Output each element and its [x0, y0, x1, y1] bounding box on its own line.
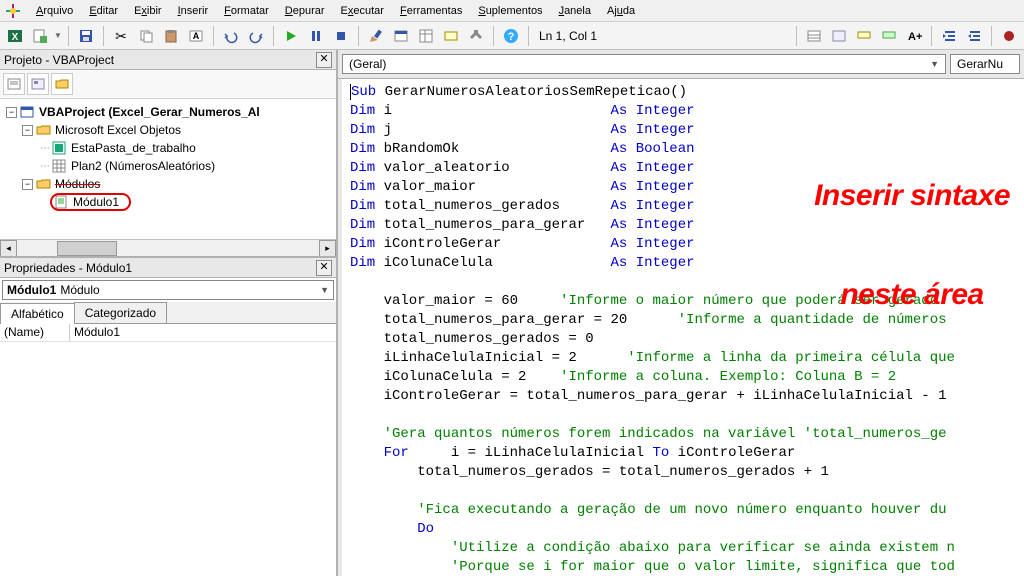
copy-icon[interactable] [135, 25, 157, 47]
svg-text:✂: ✂ [115, 28, 127, 44]
properties-panel-title: Propriedades - Módulo1 [4, 261, 132, 275]
workbook-icon [52, 141, 68, 155]
tree-item-workbook[interactable]: ⋯ EstaPasta_de_trabalho [2, 139, 334, 157]
menu-arquivo[interactable]: Arquivo [28, 3, 81, 19]
cut-icon[interactable]: ✂ [110, 25, 132, 47]
tab-alphabetic[interactable]: Alfabético [0, 303, 75, 324]
project-explorer-icon[interactable] [390, 25, 412, 47]
tree-item-sheet[interactable]: ⋯ Plan2 (NúmerosAleatórios) [2, 157, 334, 175]
menu-formatar[interactable]: Formatar [216, 3, 277, 19]
pause-icon[interactable] [305, 25, 327, 47]
toolbar: X ▼ ✂ A ? Ln 1, Col 1 A+ [0, 22, 1024, 50]
tab-categorized[interactable]: Categorizado [74, 302, 167, 323]
outdent-icon[interactable] [963, 25, 985, 47]
menubar: Arquivo Editar Exibir Inserir Formatar D… [0, 0, 1024, 22]
save-icon[interactable] [75, 25, 97, 47]
scroll-thumb[interactable] [57, 241, 117, 256]
insert-module-icon[interactable] [29, 25, 51, 47]
complete-word-icon[interactable]: A+ [903, 25, 925, 47]
property-value[interactable]: Módulo1 [70, 324, 336, 341]
close-icon[interactable]: ✕ [316, 52, 332, 68]
collapse-icon[interactable]: − [22, 125, 33, 136]
stop-icon[interactable] [330, 25, 352, 47]
tree-folder-excel-objects[interactable]: − Microsoft Excel Objetos [2, 121, 334, 139]
redo-icon[interactable] [245, 25, 267, 47]
project-panel-toolbar [0, 70, 336, 99]
object-browser-icon[interactable] [440, 25, 462, 47]
object-combo[interactable]: (Geral) ▼ [342, 54, 946, 74]
svg-text:?: ? [508, 31, 515, 43]
undo-icon[interactable] [220, 25, 242, 47]
worksheet-icon [52, 159, 68, 173]
menu-editar[interactable]: Editar [81, 3, 126, 19]
menu-ferramentas[interactable]: Ferramentas [392, 3, 470, 19]
properties-object-combo[interactable]: Módulo1 Módulo ▼ [2, 280, 334, 300]
tree-root[interactable]: − VBAProject (Excel_Gerar_Numeros_Al [2, 103, 334, 121]
property-name: (Name) [0, 324, 70, 341]
find-icon[interactable]: A [185, 25, 207, 47]
annotation-overlay: Inserir sintaxe neste área [814, 113, 1010, 377]
properties-panel: Propriedades - Módulo1 ✕ Módulo1 Módulo … [0, 256, 336, 576]
properties-grid[interactable]: (Name) Módulo1 [0, 324, 336, 576]
project-panel-header: Projeto - VBAProject ✕ [0, 50, 336, 70]
svg-text:X: X [12, 32, 19, 43]
close-icon[interactable]: ✕ [316, 260, 332, 276]
menu-janela[interactable]: Janela [551, 3, 599, 19]
properties-icon[interactable] [415, 25, 437, 47]
list-properties-icon[interactable] [803, 25, 825, 47]
folder-open-icon [36, 177, 52, 191]
horizontal-scrollbar[interactable]: ◂ ▸ [0, 239, 336, 256]
paste-icon[interactable] [160, 25, 182, 47]
help-icon[interactable]: ? [500, 25, 522, 47]
folder-open-icon [36, 123, 52, 137]
indent-icon[interactable] [938, 25, 960, 47]
collapse-icon[interactable]: − [6, 107, 17, 118]
toggle-folders-icon[interactable] [51, 73, 73, 95]
design-mode-icon[interactable] [365, 25, 387, 47]
dropdown-icon[interactable]: ▼ [54, 31, 62, 40]
run-icon[interactable] [280, 25, 302, 47]
toolbox-icon[interactable] [465, 25, 487, 47]
module-icon [54, 195, 70, 209]
menu-suplementos[interactable]: Suplementos [470, 3, 550, 19]
menu-depurar[interactable]: Depurar [277, 3, 333, 19]
collapse-icon[interactable]: − [22, 179, 33, 190]
menu-executar[interactable]: Executar [333, 3, 392, 19]
breakpoint-icon[interactable] [998, 25, 1020, 47]
project-panel-title: Projeto - VBAProject [4, 53, 114, 67]
code-header: (Geral) ▼ GerarNu [338, 50, 1024, 79]
tree-folder-modules[interactable]: − Módulos [2, 175, 334, 193]
code-editor[interactable]: Sub GerarNumerosAleatoriosSemRepeticao()… [338, 79, 1024, 576]
app-logo-icon [4, 2, 22, 20]
properties-tabs: Alfabético Categorizado [0, 302, 336, 324]
view-object-icon[interactable] [27, 73, 49, 95]
tree-item-module1[interactable]: Módulo1 [2, 193, 334, 211]
chevron-down-icon[interactable]: ▼ [320, 285, 329, 295]
list-constants-icon[interactable] [828, 25, 850, 47]
properties-panel-header: Propriedades - Módulo1 ✕ [0, 258, 336, 278]
menu-ajuda[interactable]: Ajuda [599, 3, 643, 19]
project-icon [20, 105, 36, 119]
code-pane: (Geral) ▼ GerarNu Sub GerarNumerosAleato… [338, 50, 1024, 576]
property-row[interactable]: (Name) Módulo1 [0, 324, 336, 342]
svg-text:A: A [193, 31, 200, 41]
view-code-icon[interactable] [3, 73, 25, 95]
chevron-down-icon[interactable]: ▼ [930, 59, 939, 69]
quick-info-icon[interactable] [853, 25, 875, 47]
project-tree[interactable]: − VBAProject (Excel_Gerar_Numeros_Al − M… [0, 99, 336, 239]
svg-text:A+: A+ [908, 31, 922, 43]
excel-icon[interactable]: X [4, 25, 26, 47]
parameter-info-icon[interactable] [878, 25, 900, 47]
menu-inserir[interactable]: Inserir [170, 3, 217, 19]
cursor-position: Ln 1, Col 1 [539, 29, 597, 43]
menu-exibir[interactable]: Exibir [126, 3, 170, 19]
procedure-combo[interactable]: GerarNu [950, 54, 1020, 74]
scroll-left-icon[interactable]: ◂ [0, 240, 17, 257]
left-panel: Projeto - VBAProject ✕ − VBAProject (Exc… [0, 50, 338, 576]
scroll-right-icon[interactable]: ▸ [319, 240, 336, 257]
